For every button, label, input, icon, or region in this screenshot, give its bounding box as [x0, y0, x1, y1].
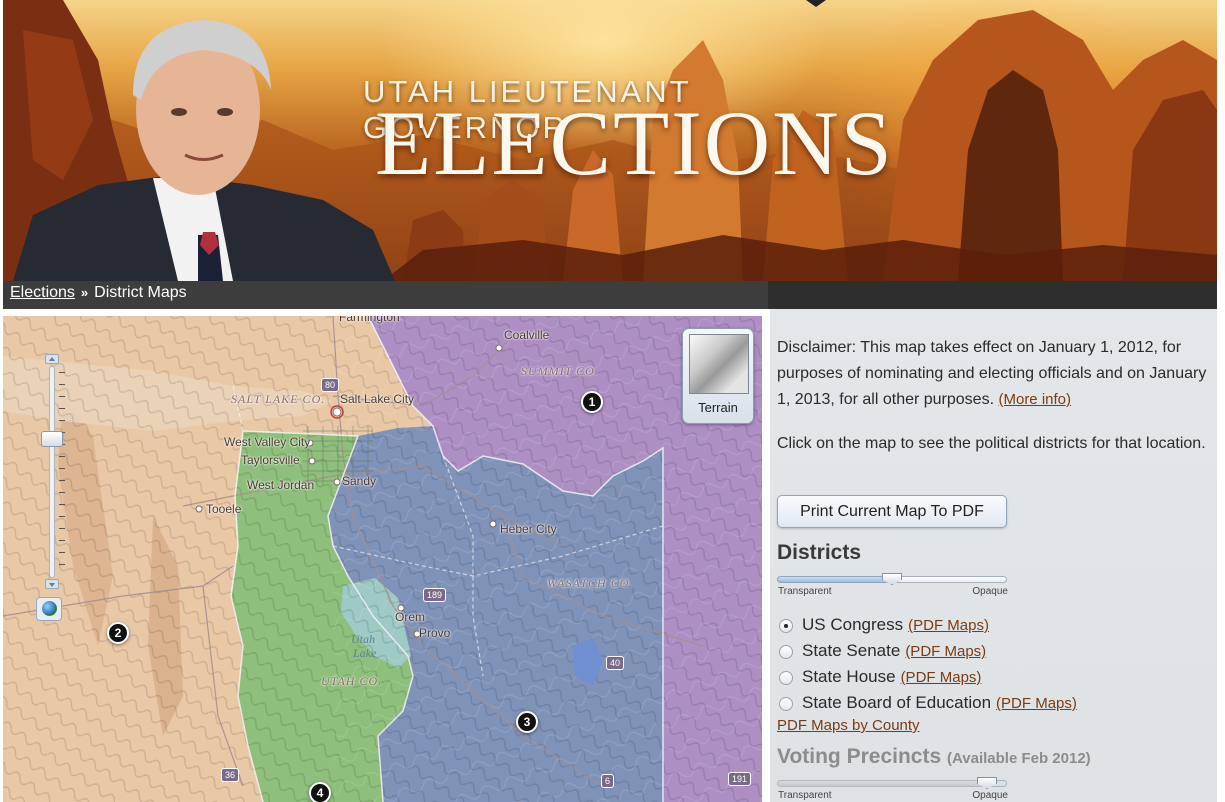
disclaimer-body: Disclaimer: This map takes effect on Jan… [777, 339, 1207, 408]
terrain-label: Terrain [698, 400, 738, 415]
slider-label-opaque: Opaque [972, 790, 1008, 801]
instruction-text: Click on the map to see the political di… [777, 435, 1206, 452]
city-label-provo: Provo [419, 626, 451, 640]
pdf-maps-by-county-link[interactable]: PDF Maps by County [777, 717, 920, 734]
slider-handle[interactable] [882, 573, 902, 585]
district-marker-4[interactable]: 4 [309, 782, 331, 802]
city-label-salt-lake-city: Salt Lake City [340, 392, 415, 406]
option-label: State House [802, 667, 896, 686]
precincts-opacity-slider[interactable]: Transparent Opaque [777, 777, 1009, 801]
print-map-pdf-button[interactable]: Print Current Map To PDF [777, 495, 1007, 528]
zoom-ticks [59, 372, 65, 572]
slider-label-transparent: Transparent [778, 790, 832, 801]
county-label-wasatch: WASATCH CO. [547, 576, 634, 590]
county-label-summit: SUMMIT CO. [521, 364, 599, 378]
breadcrumb-bar: Elections » District Maps [3, 281, 1217, 309]
precincts-title: Voting Precincts [777, 745, 942, 768]
districts-heading: Districts [777, 541, 862, 564]
zoom-out-arrow-icon[interactable] [45, 579, 59, 589]
pdf-maps-link[interactable]: (PDF Maps) [901, 669, 982, 686]
highway-shield-191: 191 [728, 772, 752, 786]
menu-pointer-icon [806, 0, 826, 7]
highway-shield-36: 36 [221, 768, 240, 782]
globe-glyph [42, 601, 57, 616]
city-label-west-jordan: West Jordan [247, 478, 315, 492]
radio-button-selected[interactable] [779, 619, 793, 633]
zoom-control [41, 354, 65, 594]
slider-label-opaque: Opaque [972, 586, 1008, 597]
zoom-slider-track[interactable] [49, 366, 55, 578]
lake-label-utah: Utah [351, 632, 375, 646]
option-label: State Board of Education [802, 693, 992, 712]
city-label-heber-city: Heber City [500, 522, 557, 536]
county-label-salt-lake: SALT LAKE CO. [231, 392, 326, 406]
option-label: US Congress [802, 615, 904, 634]
city-label-tooele: Tooele [206, 502, 242, 516]
header-banner: UTAH LIEUTENANT GOVERNOR ELECTIONS [3, 0, 1217, 281]
pdf-maps-link[interactable]: (PDF Maps) [905, 643, 986, 660]
globe-icon[interactable] [36, 597, 62, 621]
lake-label-lake: Lake [353, 646, 377, 660]
slider-fill [777, 576, 892, 583]
city-label-west-valley-city: West Valley City [224, 435, 311, 449]
zoom-in-arrow-icon[interactable] [45, 354, 59, 364]
terrain-thumbnail-icon [689, 334, 749, 394]
district-map[interactable]: Farmington Coalville SUMMIT CO. SALT LAK… [3, 316, 762, 802]
radio-button[interactable] [779, 645, 793, 659]
highway-shield-6: 6 [601, 774, 615, 788]
map-options-panel: Disclaimer: This map takes effect on Jan… [770, 309, 1217, 802]
radio-button[interactable] [779, 697, 793, 711]
city-label-sandy: Sandy [342, 474, 377, 488]
slider-label-transparent: Transparent [778, 586, 832, 597]
district-marker-3[interactable]: 3 [516, 711, 538, 733]
county-label-utah: UTAH CO. [321, 674, 383, 688]
more-info-link[interactable]: (More info) [998, 391, 1071, 408]
disclaimer-text: Disclaimer: This map takes effect on Jan… [777, 335, 1213, 413]
banner-title-line2: ELECTIONS [375, 92, 894, 194]
map-canvas[interactable] [3, 316, 762, 802]
district-marker-2[interactable]: 2 [107, 622, 129, 644]
districts-opacity-slider[interactable]: Transparent Opaque [777, 573, 1009, 597]
voting-precincts-heading: Voting Precincts (Available Feb 2012) [777, 745, 1091, 769]
breadcrumb-link-elections[interactable]: Elections [10, 284, 75, 301]
city-label-orem: Orem [395, 610, 425, 624]
district-marker-1[interactable]: 1 [581, 391, 603, 413]
breadcrumb-current: District Maps [94, 284, 187, 301]
city-label-farmington: Farmington [339, 316, 400, 324]
breadcrumb: Elections » District Maps [10, 284, 187, 302]
highway-shield-80: 80 [321, 378, 340, 392]
option-label: State Senate [802, 641, 901, 660]
precincts-availability-note: (Available Feb 2012) [947, 750, 1091, 767]
highway-shield-40: 40 [606, 656, 625, 670]
pdf-maps-link[interactable]: (PDF Maps) [996, 695, 1077, 712]
slider-handle[interactable] [977, 777, 997, 789]
slider-fill [777, 780, 987, 787]
zoom-slider-handle[interactable] [41, 431, 63, 447]
highway-shield-189: 189 [423, 588, 447, 602]
pdf-maps-link[interactable]: (PDF Maps) [908, 617, 989, 634]
city-label-coalville: Coalville [504, 328, 550, 342]
radio-button[interactable] [779, 671, 793, 685]
breadcrumb-separator: » [80, 285, 89, 300]
city-label-taylorsville: Taylorsville [241, 453, 300, 467]
terrain-toggle-button[interactable]: Terrain [682, 328, 754, 424]
